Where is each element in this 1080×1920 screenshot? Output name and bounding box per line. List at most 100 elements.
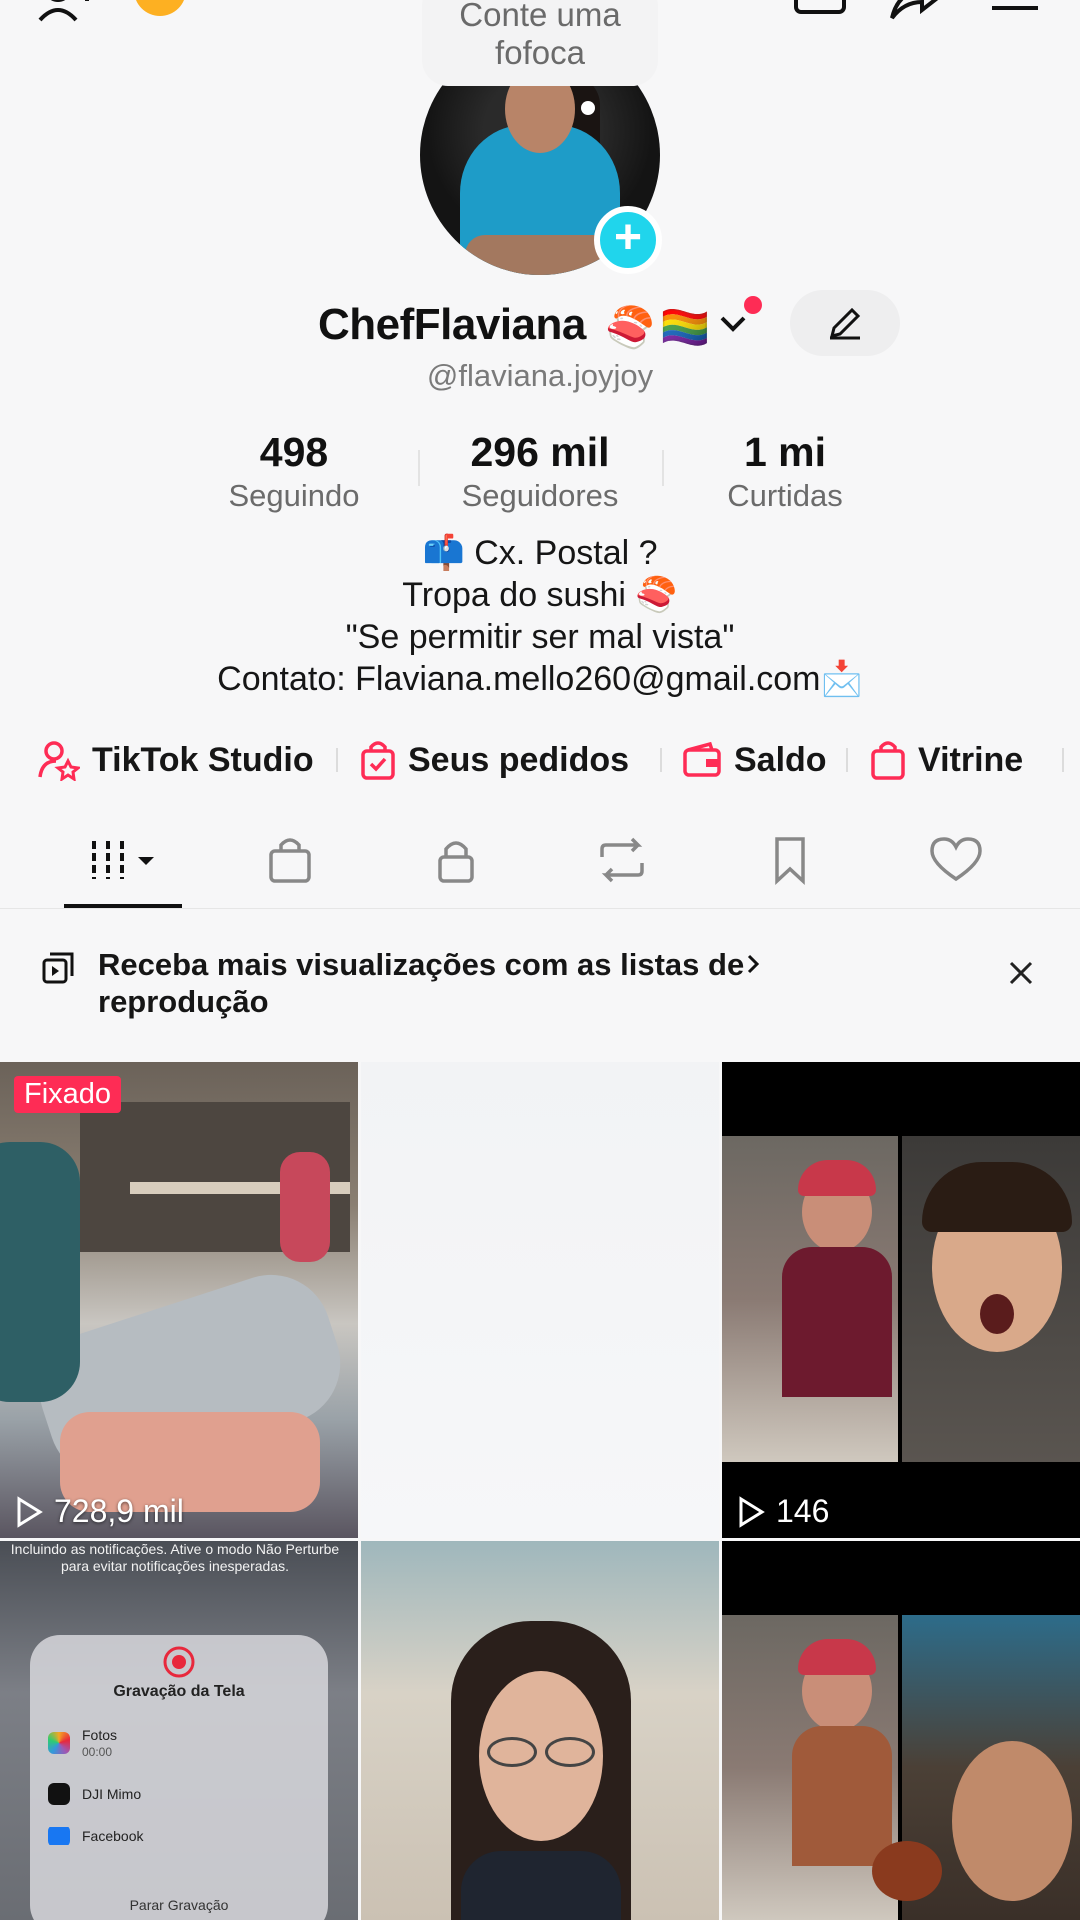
share-icon[interactable]: [888, 0, 944, 22]
following-label: Seguindo: [228, 478, 360, 513]
repost-icon: [600, 837, 644, 883]
dji-icon: [48, 1783, 70, 1805]
following-count: 498: [259, 429, 329, 475]
shortcut-divider: [336, 748, 338, 772]
stop-recording-label: Parar Gravação: [129, 1897, 229, 1913]
chevron-down-icon[interactable]: [718, 308, 748, 338]
note-bubble-text: Conte uma fofoca: [459, 0, 621, 71]
sheet-item: Facebook: [48, 1827, 308, 1845]
shortcut-divider: [1062, 748, 1064, 772]
bio-line[interactable]: Contato: Flaviana.mello260@gmail.com📩: [0, 658, 1080, 700]
stat-divider: [418, 450, 420, 486]
add-friend-icon[interactable]: [36, 0, 96, 22]
shortcut-label: Vitrine: [918, 740, 1024, 779]
screen-recording-sheet: Gravação da Tela Fotos 00:00 DJI Mimo Fac…: [30, 1635, 328, 1920]
person-star-icon: [38, 741, 80, 781]
stat-likes[interactable]: 1 mi Curtidas: [675, 428, 895, 516]
video-thumbnail[interactable]: [722, 1541, 1080, 1920]
photos-icon: [48, 1732, 70, 1754]
shortcut-label: Saldo: [734, 740, 827, 779]
followers-label: Seguidores: [461, 478, 619, 513]
bio-line: 📫 Cx. Postal ?: [422, 534, 658, 572]
edit-profile-button[interactable]: [790, 290, 900, 356]
tabs-divider: [0, 908, 1080, 909]
lock-icon: [438, 841, 474, 883]
sheet-item-sub: 00:00: [82, 1745, 113, 1759]
view-count: 728,9 mil: [14, 1493, 184, 1530]
username: @flaviana.joyjoy: [426, 358, 654, 393]
stats-row: 498 Seguindo 296 mil Seguidores 1 mi Cur…: [0, 428, 1080, 518]
add-story-button[interactable]: +: [594, 206, 662, 274]
bio-line: Tropa do sushi 🍣: [402, 576, 678, 614]
view-count-text: 146: [776, 1493, 830, 1529]
sheet-item-name: Facebook: [82, 1828, 144, 1844]
menu-icon[interactable]: [990, 0, 1040, 22]
bookmark-icon: [775, 837, 805, 885]
tab-private[interactable]: [396, 820, 516, 900]
playlist-banner[interactable]: Receba mais visualizações com as listas …: [0, 910, 1080, 1058]
shortcut-tiktok-studio[interactable]: TikTok Studio: [38, 734, 314, 786]
bio: 📫 Cx. Postal ? Tropa do sushi 🍣 "Se perm…: [0, 532, 1080, 700]
stat-following[interactable]: 498 Seguindo: [184, 428, 404, 516]
shopping-bag-icon: [871, 741, 905, 780]
grid-videos-icon: [92, 841, 154, 879]
tab-liked[interactable]: [896, 820, 1016, 900]
record-icon: [163, 1646, 195, 1678]
facebook-icon: [48, 1827, 70, 1845]
stat-followers[interactable]: 296 mil Seguidores: [430, 428, 650, 516]
sheet-title: Gravação da Tela: [113, 1683, 245, 1700]
banner-text: Receba mais visualizações com as listas …: [98, 947, 745, 1019]
shortcut-showcase[interactable]: Vitrine: [870, 734, 1023, 786]
note-bubble[interactable]: Conte uma fofoca: [422, 0, 658, 86]
video-thumbnail[interactable]: [361, 1541, 719, 1920]
shortcut-divider: [846, 748, 848, 772]
close-icon[interactable]: [1006, 958, 1036, 988]
coin-icon[interactable]: [130, 0, 190, 22]
video-thumbnail[interactable]: Incluindo as notificações. Ative o modo …: [0, 1541, 358, 1920]
shortcut-balance[interactable]: Saldo: [682, 734, 827, 786]
bio-line: "Se permitir ser mal vista": [345, 618, 735, 656]
heart-icon: [930, 837, 982, 882]
likes-label: Curtidas: [727, 478, 843, 513]
note-bubble-tail: [581, 101, 595, 115]
wallet-icon: [683, 742, 721, 777]
notification-dot: [744, 296, 762, 314]
sheet-item: Fotos 00:00: [48, 1727, 308, 1759]
sushi-emoji: 🍣: [605, 306, 655, 350]
shortcut-label: Seus pedidos: [408, 740, 630, 779]
video-thumbnail[interactable]: [361, 1062, 719, 1538]
play-icon: [739, 1495, 765, 1528]
view-count-text: 728,9 mil: [54, 1493, 184, 1529]
shortcut-bar: TikTok Studio Seus pedidos Saldo Vitrine: [0, 734, 1080, 786]
followers-count: 296 mil: [470, 429, 610, 475]
shortcut-divider: [660, 748, 662, 772]
video-grid: Fixado 728,9 mil 146 Incluindo as notifi…: [0, 1062, 1080, 1920]
play-icon: [17, 1495, 43, 1528]
order-bag-icon: [361, 741, 395, 780]
name-row: ChefFlaviana 🍣 🏳️‍🌈: [0, 290, 1080, 356]
likes-count: 1 mi: [743, 429, 827, 475]
view-count: 146: [736, 1493, 829, 1530]
stat-divider: [662, 450, 664, 486]
shortcut-label: TikTok Studio: [92, 740, 314, 779]
video-thumbnail[interactable]: 146: [722, 1062, 1080, 1538]
chevron-right-icon: [747, 954, 760, 974]
sheet-item-name: DJI Mimo: [82, 1786, 142, 1802]
tv-icon[interactable]: [792, 0, 848, 22]
tab-reposts[interactable]: [562, 820, 682, 900]
sheet-item-name: Fotos: [82, 1727, 118, 1743]
sheet-item: DJI Mimo: [48, 1783, 308, 1805]
pinned-badge: Fixado: [14, 1076, 122, 1113]
rainbow-flag-emoji: 🏳️‍🌈: [660, 306, 710, 350]
tab-shop[interactable]: [230, 820, 350, 900]
display-name: ChefFlaviana: [318, 300, 586, 349]
video-thumbnail[interactable]: Fixado 728,9 mil: [0, 1062, 358, 1538]
tab-videos[interactable]: [64, 820, 184, 900]
pencil-icon: [829, 307, 861, 340]
shop-bag-icon: [269, 838, 311, 883]
shortcut-orders[interactable]: Seus pedidos: [360, 734, 629, 786]
tab-favorites[interactable]: [730, 820, 850, 900]
notification-text: Incluindo as notificações. Ative o modo …: [10, 1541, 340, 1574]
playlist-icon: [42, 952, 74, 984]
content-tabs: [0, 820, 1080, 910]
